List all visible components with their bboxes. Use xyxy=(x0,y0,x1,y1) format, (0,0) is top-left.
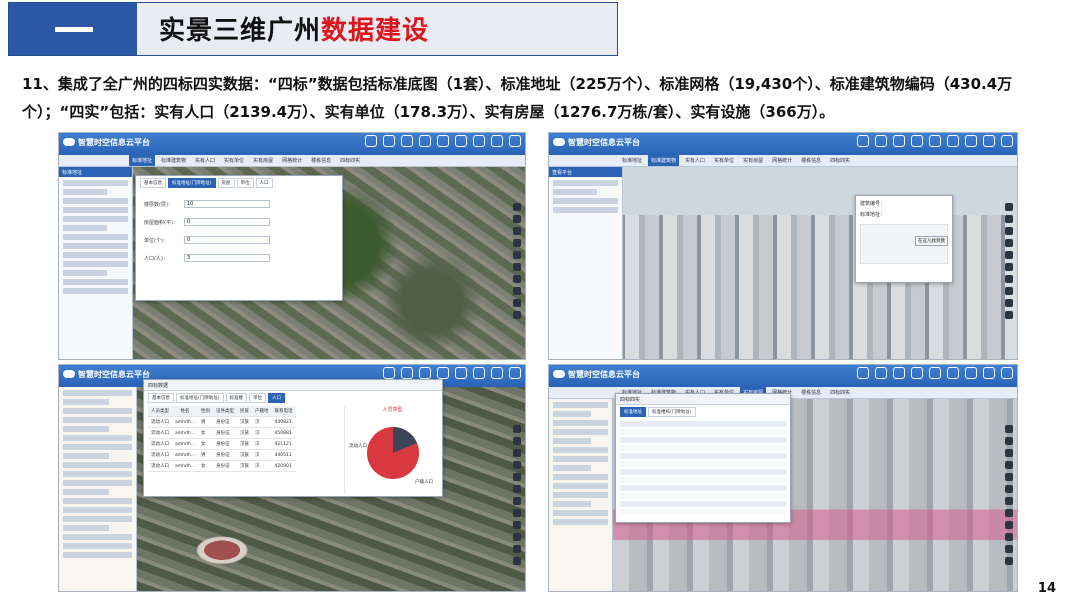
cloud-icon xyxy=(553,370,565,378)
description-text: 11、集成了全广州的四标四实数据：“四标”数据包括标准底图（1套）、标准地址（2… xyxy=(22,75,1013,121)
title-banner: 实景三维广州数据建设 xyxy=(8,2,618,56)
table-row[interactable]: 流动人口 amhdh... 女身份证 汉族汉 420901 xyxy=(148,460,296,472)
screenshot-3d-buildings: 智慧时空信息云平台 标准地址 标准建筑物 实有人口 实有单位 实有房屋 网格统计 楼栋信息四… xyxy=(548,132,1018,360)
list-item xyxy=(620,501,786,507)
list-item xyxy=(620,437,786,443)
toolbar-icons[interactable] xyxy=(365,135,521,147)
population-dialog[interactable]: 四标数据 基本信息 标准地址(门牌地址) 标准楼 单位 人口 人员类型 姓名 性别 证件类型民… xyxy=(143,379,443,497)
field-area: 房屋面积(平)： 0 xyxy=(144,218,334,226)
table-row[interactable]: 流动人口 amhdh... 女身份证 汉族汉 421121 xyxy=(148,438,296,450)
app-logo: 智慧时空信息云平台 xyxy=(63,137,150,148)
dialog-tabs[interactable]: 基本信息 标准地址(门牌地址) 房屋 单位 人口 xyxy=(136,176,342,190)
building-list[interactable] xyxy=(620,421,786,515)
list-item xyxy=(620,477,786,483)
dialog-title: 四标数据 xyxy=(144,380,442,391)
list-item xyxy=(620,485,786,491)
list-item xyxy=(620,461,786,467)
table-header: 人员类型 姓名 性别 证件类型 民族 户籍地 联系电话 xyxy=(148,406,296,417)
page-title-red: 数据建设 xyxy=(321,16,430,46)
module-tabs[interactable]: 标准地址标准建筑物实有人口实有单位实有房屋网格统计楼栋信息四标四实 xyxy=(59,155,525,167)
module-tabs[interactable]: 标准地址标准建筑物实有人口实有单位实有房屋网格统计楼栋信息四标四实 xyxy=(549,155,1017,167)
screenshot-standard-address: 智慧时空信息云平台 标准地址 标准建筑物 实有人口 实有单位 实有房屋 网格统计 楼栋信息四… xyxy=(58,132,526,360)
map-tools[interactable] xyxy=(1005,203,1014,319)
map-tools[interactable] xyxy=(513,203,522,319)
cloud-icon xyxy=(63,370,75,378)
locate-button[interactable]: 在这儿找到我 xyxy=(915,236,948,246)
toolbar-icons[interactable] xyxy=(857,367,1013,379)
popup-line-2: 标准地址： xyxy=(860,212,886,218)
pie-chart-panel: 人员类型 流动人口 户籍人口 xyxy=(344,406,440,494)
list-item xyxy=(620,445,786,451)
dialog-tabs[interactable]: 标准地址 标准楼栋(门牌地址) xyxy=(616,405,790,419)
app-topbar: 智慧时空信息云平台 xyxy=(549,133,1017,155)
building-info-dialog[interactable]: 基本信息 标准地址(门牌地址) 房屋 单位 人口 楼层数(层)： 10 房屋面积(平)： 0… xyxy=(135,175,343,301)
list-item xyxy=(620,509,786,515)
screenshot-population: 智慧时空信息云平台 四标数据 基本信息 标准地址(门牌地址) 标准楼 单位 人口 人员类… xyxy=(58,364,526,592)
list-item xyxy=(620,453,786,459)
side-panel-title: 标准地址 xyxy=(59,167,132,177)
field-units: 单位(个)： 0 xyxy=(144,236,334,244)
table-row[interactable]: 流动人口 amhdh... 男身份证 汉族汉 440821 xyxy=(148,416,296,428)
app-logo: 智慧时空信息云平台 xyxy=(553,369,640,380)
side-panel[interactable]: 查看平台 xyxy=(549,167,623,359)
app-logo: 智慧时空信息云平台 xyxy=(63,369,150,380)
population-table: 人员类型 姓名 性别 证件类型 民族 户籍地 联系电话 流动人口 amhdh... 男身份证 汉族… xyxy=(148,406,296,472)
field-floors: 楼层数(层)： 10 xyxy=(144,200,334,208)
table-row[interactable]: 流动人口 amhdh... 女身份证 汉族汉 450881 xyxy=(148,427,296,439)
side-panel[interactable]: 标准地址 xyxy=(59,167,133,359)
app-topbar: 智慧时空信息云平台 xyxy=(59,133,525,155)
map-tools[interactable] xyxy=(513,425,522,565)
field-population: 人口(人)： 3 xyxy=(144,254,334,262)
page-title-black: 实景三维广州 xyxy=(159,16,322,46)
pie-label-2: 户籍人口 xyxy=(415,478,433,485)
map-tools[interactable] xyxy=(1005,425,1014,565)
pie-title: 人员类型 xyxy=(382,407,403,413)
list-item xyxy=(620,469,786,475)
dialog-tabs[interactable]: 基本信息 标准地址(门牌地址) 标准楼 单位 人口 xyxy=(144,391,442,405)
toolbar-icons[interactable] xyxy=(383,367,521,379)
cloud-icon xyxy=(63,138,75,146)
banner-accent xyxy=(9,3,137,55)
building-list-dialog[interactable]: 四标四实 标准地址 标准楼栋(门牌地址) xyxy=(615,393,791,523)
pie-label-1: 流动人口 xyxy=(349,442,367,449)
screenshot-building-list: 智慧时空信息云平台 标准地址标准建筑物实有人口实有单位实有房屋网格统计楼栋信息四… xyxy=(548,364,1018,592)
banner-dash-icon xyxy=(55,27,93,32)
cloud-icon xyxy=(553,138,565,146)
list-item xyxy=(620,429,786,435)
app-logo: 智慧时空信息云平台 xyxy=(553,137,640,148)
building-popup[interactable]: 建筑编号： 标准地址： 在这儿找到我 xyxy=(855,195,953,283)
page-title: 实景三维广州数据建设 xyxy=(159,10,429,47)
layer-tree-panel[interactable] xyxy=(59,387,137,591)
popup-line-1: 建筑编号： xyxy=(860,201,886,207)
pie-chart: 流动人口 户籍人口 xyxy=(349,427,433,485)
app-topbar: 智慧时空信息云平台 xyxy=(549,365,1017,387)
list-item xyxy=(620,421,786,427)
page-number: 14 xyxy=(1037,581,1056,596)
list-item xyxy=(620,493,786,499)
dialog-title: 四标四实 xyxy=(616,394,790,405)
side-panel-title: 查看平台 xyxy=(549,167,622,177)
layer-tree-panel[interactable] xyxy=(549,399,613,591)
toolbar-icons[interactable] xyxy=(857,135,1013,147)
table-row[interactable]: 流动人口 amhdh... 男身份证 汉族汉 440511 xyxy=(148,449,296,461)
